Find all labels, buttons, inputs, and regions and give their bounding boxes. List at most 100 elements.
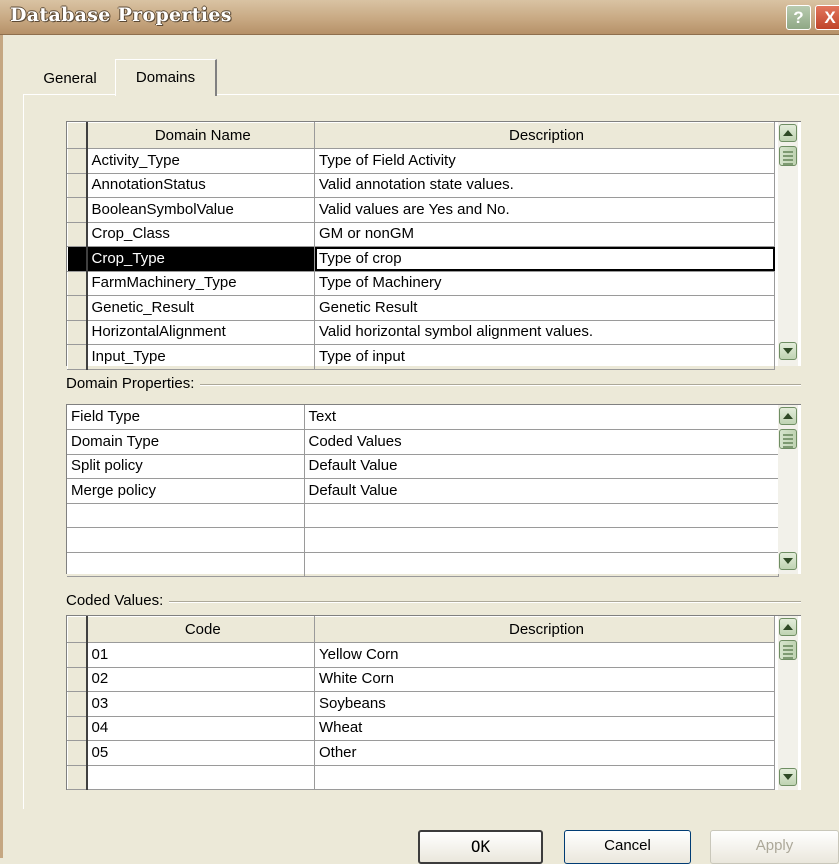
domain-description-cell[interactable]: Type of Field Activity (314, 148, 775, 174)
property-row[interactable]: Domain Type Coded Values (67, 429, 779, 455)
row-selector[interactable] (67, 246, 88, 272)
tab-general[interactable]: General (27, 68, 113, 93)
coded-value-row[interactable]: 01 Yellow Corn (67, 642, 775, 668)
code-column-header[interactable]: Code (86, 616, 315, 643)
coded-value-row[interactable]: 05 Other (67, 740, 775, 766)
code-cell[interactable]: 03 (86, 691, 315, 717)
properties-scrollbar[interactable] (778, 405, 798, 574)
code-cell[interactable]: 04 (86, 716, 315, 741)
title-bar[interactable]: Database Properties ? X (0, 0, 839, 35)
domain-name-cell[interactable]: BooleanSymbolValue (86, 197, 315, 223)
coded-value-row[interactable]: 04 Wheat (67, 716, 775, 741)
scroll-down-button[interactable] (779, 768, 797, 786)
domain-description-cell[interactable]: Type of crop (314, 246, 775, 272)
help-button[interactable]: ? (786, 5, 811, 30)
property-value-cell[interactable]: Default Value (304, 478, 779, 504)
row-selector[interactable] (67, 295, 88, 321)
apply-button[interactable]: Apply (710, 830, 839, 864)
row-selector[interactable] (67, 197, 88, 223)
row-selector[interactable] (67, 716, 88, 741)
row-selector[interactable] (67, 148, 88, 174)
row-selector[interactable] (67, 320, 88, 345)
row-selector[interactable] (67, 642, 88, 668)
property-value-cell[interactable]: Text (304, 405, 779, 430)
property-name-cell[interactable] (67, 503, 305, 528)
description-column-header[interactable]: Description (314, 122, 775, 149)
domain-description-cell[interactable]: Valid horizontal symbol alignment values… (314, 320, 775, 345)
domain-name-cell[interactable]: HorizontalAlignment (86, 320, 315, 345)
row-selector[interactable] (67, 222, 88, 247)
description-column-header[interactable]: Description (314, 616, 775, 643)
domain-row[interactable]: Genetic_Result Genetic Result (67, 295, 775, 321)
domain-row[interactable]: Crop_Class GM or nonGM (67, 222, 775, 247)
property-name-cell[interactable]: Domain Type (67, 429, 305, 455)
code-cell[interactable] (86, 765, 315, 790)
code-description-cell[interactable]: Yellow Corn (314, 642, 775, 668)
domain-name-cell[interactable]: Crop_Class (86, 222, 315, 247)
domain-name-cell[interactable]: Input_Type (86, 344, 315, 370)
domain-row[interactable]: Activity_Type Type of Field Activity (67, 148, 775, 174)
row-selector[interactable] (67, 691, 88, 717)
property-row[interactable] (67, 552, 779, 577)
domain-row[interactable]: AnnotationStatus Valid annotation state v… (67, 173, 775, 198)
domain-row[interactable]: FarmMachinery_Type Type of Machinery (67, 271, 775, 296)
property-row[interactable]: Split policy Default Value (67, 454, 779, 479)
code-cell[interactable]: 02 (86, 667, 315, 692)
code-description-cell[interactable] (314, 765, 775, 790)
property-name-cell[interactable] (67, 527, 305, 553)
domain-name-column-header[interactable]: Domain Name (86, 122, 315, 149)
domain-description-cell[interactable]: Genetic Result (314, 295, 775, 321)
code-description-cell[interactable]: White Corn (314, 667, 775, 692)
scroll-down-button[interactable] (779, 552, 797, 570)
domain-description-cell[interactable]: GM or nonGM (314, 222, 775, 247)
row-selector[interactable] (67, 271, 88, 296)
property-row[interactable] (67, 527, 779, 553)
domain-description-cell[interactable]: Type of input (314, 344, 775, 370)
property-name-cell[interactable] (67, 552, 305, 577)
scroll-up-button[interactable] (779, 618, 797, 636)
domain-name-cell[interactable]: FarmMachinery_Type (86, 271, 315, 296)
code-description-cell[interactable]: Wheat (314, 716, 775, 741)
scroll-up-button[interactable] (779, 124, 797, 142)
scroll-down-button[interactable] (779, 342, 797, 360)
property-name-cell[interactable]: Merge policy (67, 478, 305, 504)
property-name-cell[interactable]: Field Type (67, 405, 305, 430)
property-value-cell[interactable] (304, 527, 779, 553)
domain-name-cell[interactable]: Genetic_Result (86, 295, 315, 321)
row-selector[interactable] (67, 173, 88, 198)
row-selector[interactable] (67, 667, 88, 692)
row-selector[interactable] (67, 344, 88, 370)
domains-scrollbar[interactable] (778, 122, 798, 366)
cancel-button[interactable]: Cancel (564, 830, 691, 864)
close-button[interactable]: X (815, 5, 839, 30)
scroll-up-button[interactable] (779, 407, 797, 425)
row-selector[interactable] (67, 740, 88, 766)
domain-name-cell[interactable]: Activity_Type (86, 148, 315, 174)
property-row[interactable] (67, 503, 779, 528)
property-row[interactable]: Merge policy Default Value (67, 478, 779, 504)
row-selector[interactable] (67, 765, 88, 790)
coded-value-row[interactable]: 03 Soybeans (67, 691, 775, 717)
domain-row[interactable]: BooleanSymbolValue Valid values are Yes a… (67, 197, 775, 223)
property-value-cell[interactable]: Default Value (304, 454, 779, 479)
ok-button[interactable]: OK (418, 830, 543, 864)
coded-value-row[interactable] (67, 765, 775, 790)
property-value-cell[interactable]: Coded Values (304, 429, 779, 455)
scroll-thumb[interactable] (779, 146, 797, 166)
domain-description-cell[interactable]: Type of Machinery (314, 271, 775, 296)
code-cell[interactable]: 01 (86, 642, 315, 668)
domain-row[interactable]: Input_Type Type of input (67, 344, 775, 370)
domain-description-cell[interactable]: Valid values are Yes and No. (314, 197, 775, 223)
code-description-cell[interactable]: Soybeans (314, 691, 775, 717)
coded-values-scrollbar[interactable] (778, 616, 798, 790)
code-description-cell[interactable]: Other (314, 740, 775, 766)
property-value-cell[interactable] (304, 503, 779, 528)
domain-row[interactable]: Crop_Type Type of crop (67, 246, 775, 272)
tab-domains[interactable]: Domains (115, 59, 217, 96)
scroll-thumb[interactable] (779, 640, 797, 660)
domain-name-cell[interactable]: AnnotationStatus (86, 173, 315, 198)
property-row[interactable]: Field Type Text (67, 405, 779, 430)
domain-name-cell[interactable]: Crop_Type (86, 246, 315, 272)
coded-value-row[interactable]: 02 White Corn (67, 667, 775, 692)
domain-row[interactable]: HorizontalAlignment Valid horizontal symb… (67, 320, 775, 345)
